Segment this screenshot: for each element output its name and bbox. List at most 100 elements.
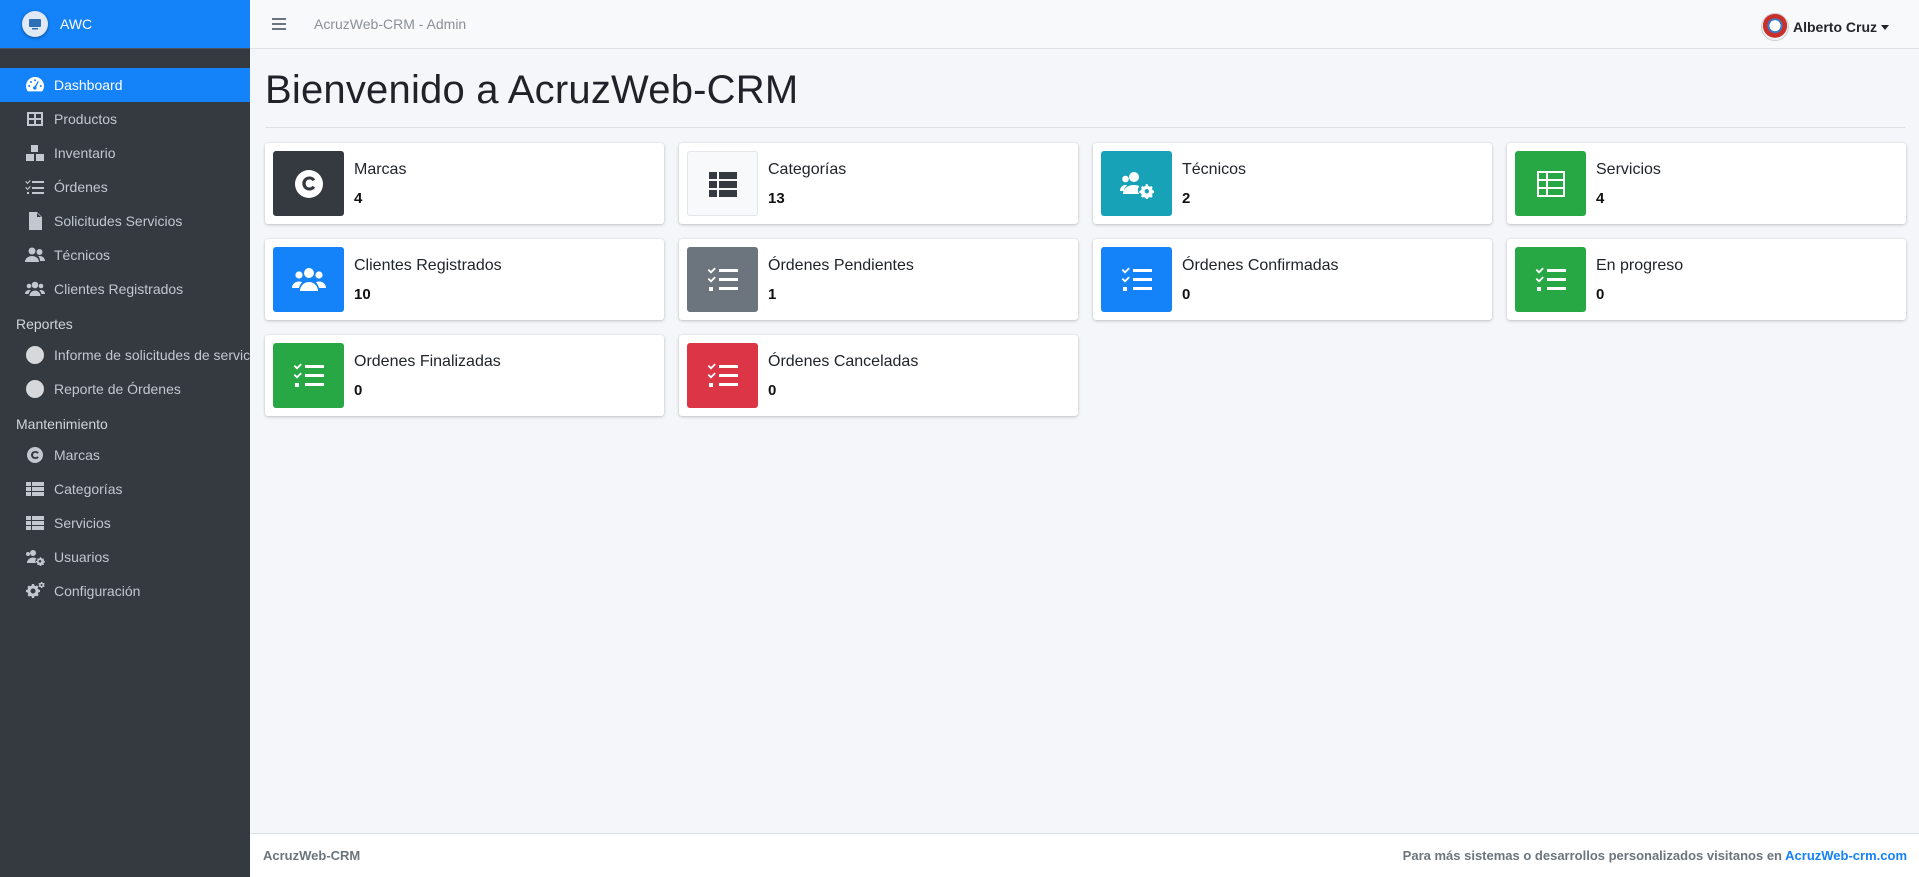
- avatar: [1761, 13, 1789, 41]
- info-box-marcas[interactable]: Marcas 4: [265, 143, 664, 224]
- sidebar-item-categorias[interactable]: Categorías: [0, 472, 250, 506]
- th-list-icon: [24, 480, 45, 498]
- brand-logo-icon: [22, 11, 48, 37]
- sidebar-item-label: Configuración: [54, 583, 141, 599]
- info-box-categorias[interactable]: Categorías 13: [679, 143, 1078, 224]
- info-box-number: 0: [1182, 286, 1191, 303]
- info-box-number: 1: [768, 286, 777, 303]
- info-box-tecnicos[interactable]: Técnicos 2: [1093, 143, 1492, 224]
- info-box-number: 13: [768, 190, 785, 207]
- sidebar-item-label: Técnicos: [54, 247, 111, 263]
- tasks-icon: [687, 247, 758, 312]
- footer-text: Para más sistemas o desarrollos personal…: [1402, 848, 1783, 863]
- sidebar-item-marcas[interactable]: Marcas: [0, 438, 250, 472]
- footer-credits: Para más sistemas o desarrollos personal…: [1403, 848, 1907, 863]
- tasks-icon: [687, 343, 758, 408]
- sidebar-item-productos[interactable]: Productos: [0, 102, 250, 136]
- sidebar-item-label: Informe de solicitudes de servicios: [54, 347, 250, 363]
- footer-link[interactable]: AcruzWeb-crm.com: [1785, 848, 1907, 863]
- sidebar-item-usuarios[interactable]: Usuarios: [0, 540, 250, 574]
- navbar-title-link[interactable]: AcruzWeb-CRM - Admin: [314, 16, 466, 32]
- info-box-label: Clientes Registrados: [354, 257, 502, 274]
- sidebar-item-inventario[interactable]: Inventario: [0, 136, 250, 170]
- boxes-icon: [24, 144, 45, 162]
- sidebar-item-label: Inventario: [54, 145, 116, 161]
- sidebar-item-label: Clientes Registrados: [54, 281, 184, 297]
- copyright-icon: [24, 446, 45, 464]
- copyright-icon: [273, 151, 344, 216]
- nav-header-reportes: Reportes: [16, 316, 73, 332]
- hamburger-menu-icon[interactable]: [272, 18, 286, 30]
- sidebar-item-label: Reporte de Órdenes: [54, 381, 181, 397]
- top-navbar: AcruzWeb-CRM - Admin Alberto Cruz: [250, 0, 1919, 49]
- brand-link[interactable]: AWC: [0, 0, 250, 49]
- tasks-icon: [1101, 247, 1172, 312]
- info-box-ordenes-canceladas[interactable]: Órdenes Canceladas 0: [679, 335, 1078, 416]
- info-box-clientes[interactable]: Clientes Registrados 10: [265, 239, 664, 320]
- caret-down-icon: [1881, 24, 1889, 30]
- sidebar-item-informe-solicitudes[interactable]: Informe de solicitudes de servicios: [0, 338, 250, 372]
- th-icon: [1515, 151, 1586, 216]
- sidebar-item-label: Solicitudes Servicios: [54, 213, 183, 229]
- footer: AcruzWeb-CRM Para más sistemas o desarro…: [250, 833, 1919, 877]
- sidebar-item-label: Productos: [54, 111, 118, 127]
- info-box-label: Órdenes Pendientes: [768, 257, 914, 274]
- cogs-icon: [24, 582, 45, 600]
- sidebar-item-label: Servicios: [54, 515, 111, 531]
- info-box-number: 0: [768, 382, 777, 399]
- brand-name: AWC: [60, 16, 93, 32]
- tasks-icon: [273, 343, 344, 408]
- info-box-ordenes-confirmadas[interactable]: Órdenes Confirmadas 0: [1093, 239, 1492, 320]
- table-icon: [24, 110, 45, 128]
- info-box-grid: Marcas 4 Categorías 13 Técnicos 2 Servic…: [265, 143, 1906, 416]
- info-box-number: 4: [1596, 190, 1605, 207]
- info-box-servicios[interactable]: Servicios 4: [1507, 143, 1906, 224]
- file-icon: [24, 212, 45, 230]
- main-content: Bienvenido a AcruzWeb-CRM Marcas 4 Categ…: [265, 49, 1906, 416]
- info-box-label: Servicios: [1596, 161, 1661, 178]
- info-box-number: 0: [1596, 286, 1605, 303]
- info-box-label: Órdenes Canceladas: [768, 353, 919, 370]
- tachometer-icon: [24, 76, 45, 94]
- nav-header-mantenimiento: Mantenimiento: [16, 416, 108, 432]
- users-icon: [273, 247, 344, 312]
- sidebar-item-label: Dashboard: [54, 77, 123, 93]
- info-box-label: Órdenes Confirmadas: [1182, 257, 1339, 274]
- info-box-label: Ordenes Finalizadas: [354, 353, 501, 370]
- info-box-number: 2: [1182, 190, 1191, 207]
- sidebar-item-label: Categorías: [54, 481, 123, 497]
- user-friends-icon: [24, 246, 45, 264]
- footer-brand: AcruzWeb-CRM: [263, 848, 361, 863]
- info-box-label: En progreso: [1596, 257, 1684, 274]
- sidebar-item-reporte-ordenes[interactable]: Reporte de Órdenes: [0, 372, 250, 406]
- sidebar-item-configuracion[interactable]: Configuración: [0, 574, 250, 608]
- info-box-number: 10: [354, 286, 371, 303]
- info-box-label: Técnicos: [1182, 161, 1247, 178]
- circle-icon: [24, 346, 45, 364]
- users-cog-icon: [1101, 151, 1172, 216]
- sidebar-item-clientes[interactable]: Clientes Registrados: [0, 272, 250, 306]
- sidebar-item-tecnicos[interactable]: Técnicos: [0, 238, 250, 272]
- users-cog-icon: [24, 548, 45, 566]
- info-box-en-progreso[interactable]: En progreso 0: [1507, 239, 1906, 320]
- info-box-ordenes-pendientes[interactable]: Órdenes Pendientes 1: [679, 239, 1078, 320]
- list-check-icon: [24, 178, 45, 196]
- info-box-ordenes-finalizadas[interactable]: Ordenes Finalizadas 0: [265, 335, 664, 416]
- info-box-number: 0: [354, 382, 363, 399]
- sidebar-nav: Dashboard Productos Inventario Órdenes S…: [0, 49, 250, 608]
- sidebar-item-servicios[interactable]: Servicios: [0, 506, 250, 540]
- circle-icon: [24, 380, 45, 398]
- th-list-icon: [24, 514, 45, 532]
- users-icon: [24, 280, 45, 298]
- sidebar-item-label: Órdenes: [54, 179, 108, 195]
- divider: [265, 127, 1905, 128]
- sidebar: AWC Dashboard Productos Inventario Órden…: [0, 0, 250, 877]
- page-title: Bienvenido a AcruzWeb-CRM: [265, 68, 799, 112]
- user-menu-dropdown[interactable]: Alberto Cruz: [1761, 13, 1889, 41]
- sidebar-item-dashboard[interactable]: Dashboard: [0, 68, 250, 102]
- sidebar-item-label: Usuarios: [54, 549, 110, 565]
- tasks-icon: [1515, 247, 1586, 312]
- sidebar-item-solicitudes[interactable]: Solicitudes Servicios: [0, 204, 250, 238]
- sidebar-item-ordenes[interactable]: Órdenes: [0, 170, 250, 204]
- user-name: Alberto Cruz: [1793, 19, 1877, 35]
